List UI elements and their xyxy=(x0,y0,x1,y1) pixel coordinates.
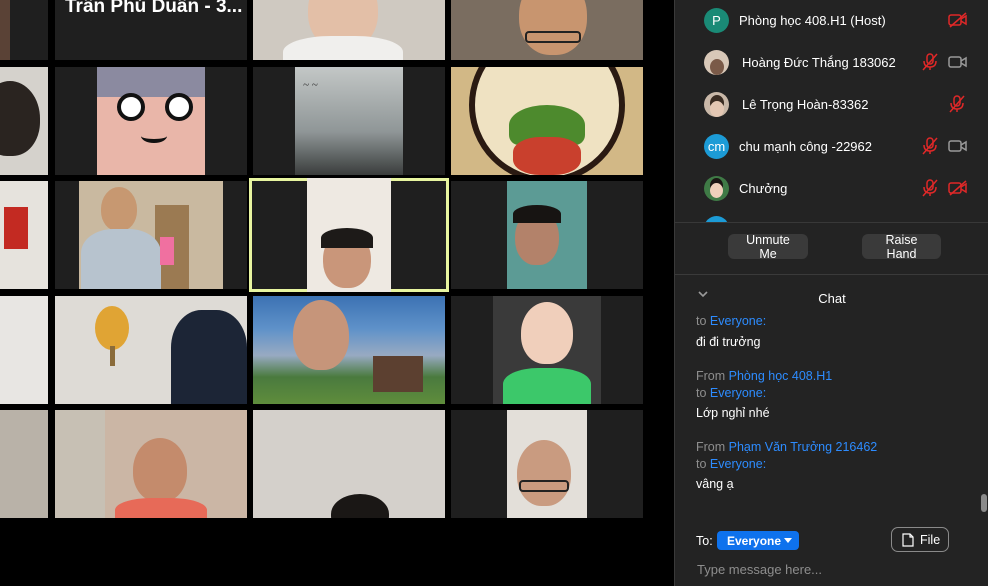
participant-name-label: Trần Phú Duân - 3... xyxy=(65,0,243,17)
raise-hand-button[interactable]: Raise Hand xyxy=(862,233,941,261)
video-tile[interactable] xyxy=(451,296,643,404)
video-tile[interactable] xyxy=(0,181,48,289)
chat-sender-link[interactable]: Phòng học 408.H1 xyxy=(729,369,833,383)
participant-avatar: cm xyxy=(704,134,729,159)
participant-row[interactable]: Chưởng xyxy=(675,168,988,210)
video-tile[interactable] xyxy=(0,67,48,175)
participant-row[interactable]: cm chu mạnh công -22962 xyxy=(675,126,988,168)
participant-row[interactable]: Lê Trọng Hoàn-83362 xyxy=(675,84,988,126)
mic-muted-icon[interactable] xyxy=(948,95,966,113)
video-on-icon[interactable] xyxy=(948,54,968,70)
participant-name: Phòng học 408.H1 (Host) xyxy=(739,13,886,28)
video-tile[interactable] xyxy=(451,67,643,175)
video-on-icon[interactable] xyxy=(948,138,968,154)
unmute-me-button[interactable]: Unmute Me xyxy=(728,233,808,261)
side-panel: P Phòng học 408.H1 (Host) Hoàng Đức Thắn… xyxy=(674,0,988,586)
participant-name: Hoàng Đức Thắng 183062 xyxy=(742,55,896,70)
chat-to-label: To: xyxy=(696,534,713,548)
participant-name: chu mạnh công -22962 xyxy=(739,139,872,154)
video-tile[interactable] xyxy=(451,181,643,289)
participant-name: Lê Trọng Hoàn-83362 xyxy=(742,97,869,112)
caret-down-icon xyxy=(784,538,792,543)
chat-message-meta: to Everyone: xyxy=(696,316,767,328)
participant-avatar: P xyxy=(704,8,729,33)
chat-message-text: vâng ạ xyxy=(696,477,734,491)
participant-avatar xyxy=(704,176,729,201)
video-tile[interactable] xyxy=(0,410,48,518)
file-icon xyxy=(902,533,914,547)
video-tile[interactable] xyxy=(0,0,48,60)
divider xyxy=(675,274,988,275)
participant-row[interactable]: P Phòng học 408.H1 (Host) xyxy=(675,0,988,42)
video-tile-name-only[interactable]: Trần Phú Duân - 3... xyxy=(55,0,247,60)
video-tile[interactable] xyxy=(253,0,445,60)
chat-message-text: đi đi trưởng xyxy=(696,335,761,349)
chat-scrollbar[interactable] xyxy=(980,318,988,518)
video-tile[interactable] xyxy=(451,410,643,518)
video-off-icon[interactable] xyxy=(948,12,968,28)
chat-message-input[interactable] xyxy=(691,558,971,580)
video-tile[interactable] xyxy=(55,67,247,175)
chat-sender-link[interactable]: Phạm Văn Trưởng 216462 xyxy=(729,440,878,454)
divider xyxy=(675,222,988,223)
video-tile-active-speaker[interactable] xyxy=(249,178,449,292)
chat-message-text: Lớp nghỉ nhé xyxy=(696,406,770,420)
chat-message-meta: to Everyone: xyxy=(696,457,767,471)
chat-message-meta: to Everyone: xyxy=(696,386,767,400)
chat-message-meta: From Phạm Văn Trưởng 216462 xyxy=(696,440,878,454)
participant-row[interactable]: Hoàng Đức Thắng 183062 xyxy=(675,42,988,84)
mic-muted-icon[interactable] xyxy=(921,137,939,155)
video-tile[interactable] xyxy=(0,296,48,404)
video-tile[interactable]: ~ ~ xyxy=(253,67,445,175)
chat-scrollbar-thumb[interactable] xyxy=(981,494,987,512)
chat-messages: to Everyone: đi đi trưởng From Phòng học… xyxy=(675,316,981,516)
video-off-icon[interactable] xyxy=(948,180,968,196)
video-tile[interactable] xyxy=(451,0,643,60)
chat-recipient-select[interactable]: Everyone xyxy=(717,531,799,550)
video-tile[interactable] xyxy=(253,296,445,404)
participant-avatar xyxy=(704,50,729,75)
chat-title: Chat xyxy=(818,291,846,306)
mic-muted-icon[interactable] xyxy=(921,179,939,197)
chat-header: Chat xyxy=(675,276,988,316)
video-tile[interactable] xyxy=(55,181,247,289)
chat-message-meta: From Phòng học 408.H1 xyxy=(696,369,833,383)
video-tile[interactable] xyxy=(55,296,247,404)
participant-name: Chưởng xyxy=(739,181,788,196)
mic-muted-icon[interactable] xyxy=(921,53,939,71)
video-tile[interactable] xyxy=(253,410,445,518)
file-button[interactable]: File xyxy=(891,527,949,552)
video-gallery: Trần Phú Duân - 3... ~ ~ xyxy=(0,0,674,586)
video-tile[interactable] xyxy=(55,410,247,518)
participants-list: P Phòng học 408.H1 (Host) Hoàng Đức Thắn… xyxy=(675,0,988,222)
participant-avatar xyxy=(704,92,729,117)
